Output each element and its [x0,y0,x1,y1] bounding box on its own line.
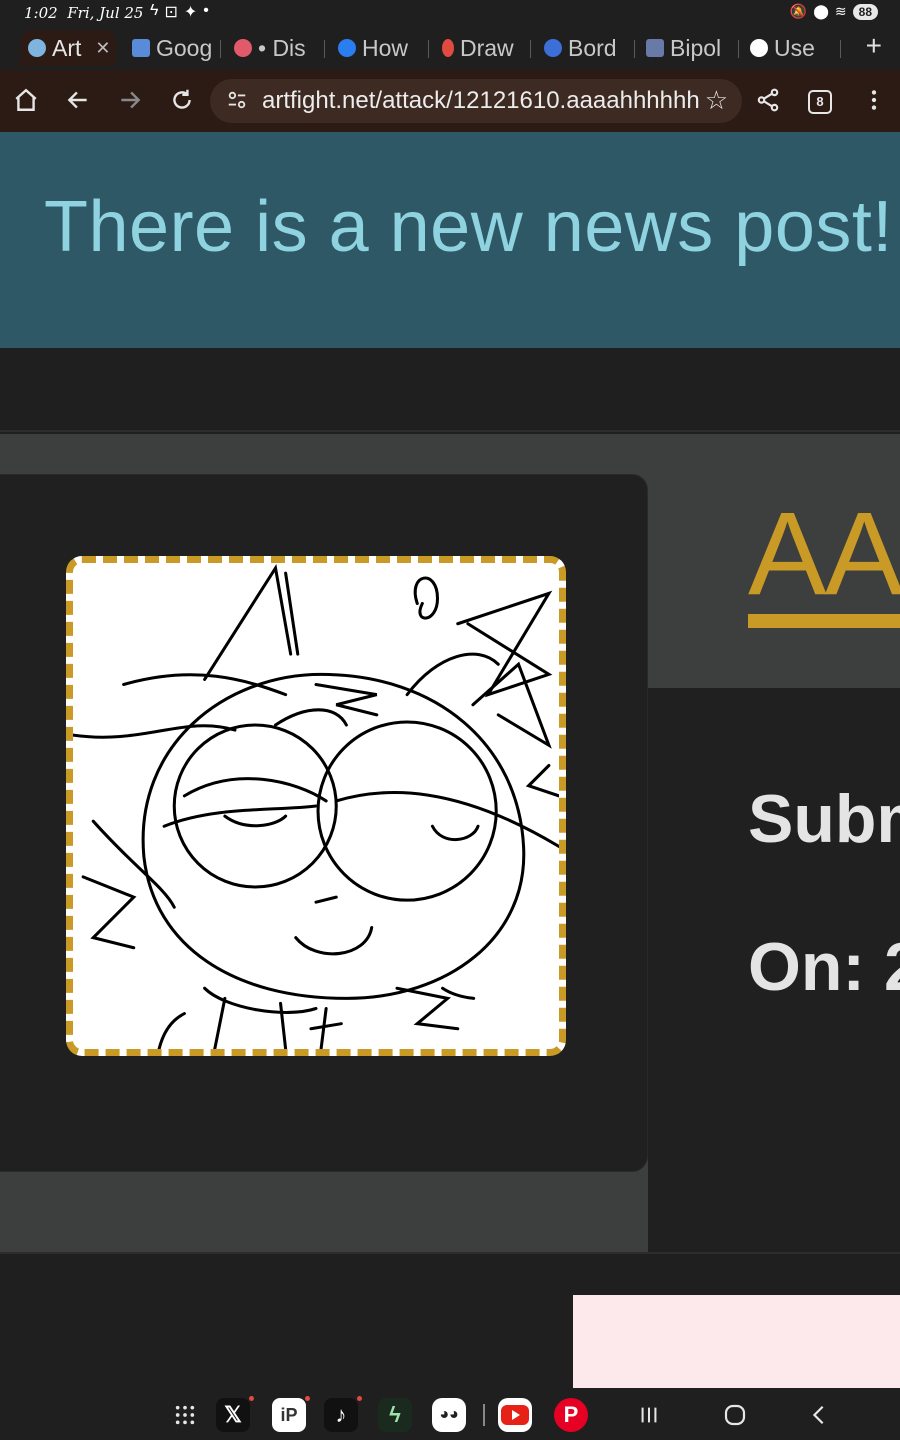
location-icon: ⬤ [813,3,829,19]
butterfly-notification-icon: ✦ [183,4,198,21]
forward-icon[interactable] [112,82,148,118]
s-favicon-icon [338,39,356,57]
tab-separator [530,40,531,58]
status-notification-icons: ϟ ⊡ ✦ • [150,2,209,22]
youtube-app-icon[interactable] [498,1398,532,1432]
more-notifications-dot-icon: • [203,2,209,19]
browser-toolbar: artfight.net/attack/12121610.aaaahhhhhh … [0,70,900,132]
tab-artfight[interactable]: Art ✕ [20,30,116,66]
back-nav-icon[interactable] [802,1398,836,1432]
back-icon[interactable] [60,82,96,118]
google-translate-favicon-icon [132,39,150,57]
lightning-app-icon[interactable]: ϟ [378,1398,412,1432]
tab-bord[interactable]: Bord [544,30,624,66]
status-bar: 1:02 Fri, Jul 25 ϟ ⊡ ✦ • 🔕 ⬤ ≋ 88 [0,0,900,26]
tab-label: Art [52,34,82,61]
screenshot-notification-icon: ⊡ [164,4,178,21]
discord-app-icon[interactable]: ◕◕ [432,1398,466,1432]
more-menu-icon[interactable] [856,82,892,118]
tab-separator [324,40,325,58]
new-tab-icon[interactable]: + [866,30,882,62]
tab-label: Bipol [670,34,722,61]
home-icon[interactable] [8,82,44,118]
tab-label: Draw [460,34,514,61]
pinterest-app-icon[interactable]: P [554,1398,588,1432]
attack-title-underline [748,614,900,628]
tab-label: How [362,34,409,61]
arrow-favicon-icon [646,39,664,57]
pink-content-box [573,1295,900,1388]
tab-separator [840,40,841,58]
status-time: 1:02 Fri, Jul 25 [24,4,144,22]
tab-label: Goog [156,34,212,61]
share-icon[interactable] [750,82,786,118]
site-settings-icon[interactable] [226,89,248,111]
x-app-icon[interactable]: 𝕏 [216,1396,254,1432]
reload-icon[interactable] [164,82,200,118]
tab-label: Bord [568,34,617,61]
tab-draw[interactable]: Draw [442,30,522,66]
tab-google-use[interactable]: Use [750,30,830,66]
tab-separator [634,40,635,58]
tab-strip: Art ✕ Goog • Dis How Draw Bord Bipol Use… [0,26,900,70]
status-system-icons: 🔕 ⬤ ≋ 88 [790,3,878,20]
tiktok-app-icon[interactable]: ♪ [324,1396,362,1432]
taskbar-separator [483,1404,485,1426]
submitted-date: On: 2 [748,929,900,1005]
tab-switcher-button[interactable]: 8 [808,90,832,114]
tab-discord[interactable]: • Dis [234,30,314,66]
url-text: artfight.net/attack/12121610.aaaahhhhhh [262,87,700,114]
taskbar: 𝕏 iP ♪ ϟ ◕◕ P [0,1388,900,1440]
artwork-sketch [73,563,559,1049]
wifi-icon: ≋ [834,3,847,19]
heart-favicon-icon [544,39,562,57]
home-nav-icon[interactable] [718,1398,752,1432]
discord-favicon-icon [234,39,252,57]
tab-separator [428,40,429,58]
bookmark-star-icon[interactable]: ☆ [705,85,728,116]
tab-how[interactable]: How [338,30,418,66]
recent-apps-icon[interactable] [632,1398,666,1432]
page-spacer [0,348,900,432]
tab-label: • Dis [258,34,306,61]
drop-favicon-icon [442,39,454,57]
address-bar[interactable]: artfight.net/attack/12121610.aaaahhhhhh … [210,79,742,123]
artfight-favicon-icon [28,39,46,57]
close-tab-icon[interactable]: ✕ [95,38,110,59]
app-drawer-icon[interactable] [168,1398,202,1432]
tab-separator [738,40,739,58]
tab-label: Use [774,34,815,61]
tab-separator [220,40,221,58]
artwork-image[interactable] [66,556,566,1056]
lightning-notification-icon: ϟ [150,2,159,19]
battery-indicator: 88 [852,3,878,20]
submitted-label: Subm [748,781,900,857]
mute-icon: 🔕 [789,3,808,19]
attack-title-link[interactable]: AA [748,486,900,622]
tab-google[interactable]: Goog [132,30,212,66]
ibis-paint-app-icon[interactable]: iP [272,1396,310,1432]
news-banner-text[interactable]: There is a new news post! [44,186,893,268]
google-favicon-icon [750,39,768,57]
tab-bipol[interactable]: Bipol [646,30,728,66]
